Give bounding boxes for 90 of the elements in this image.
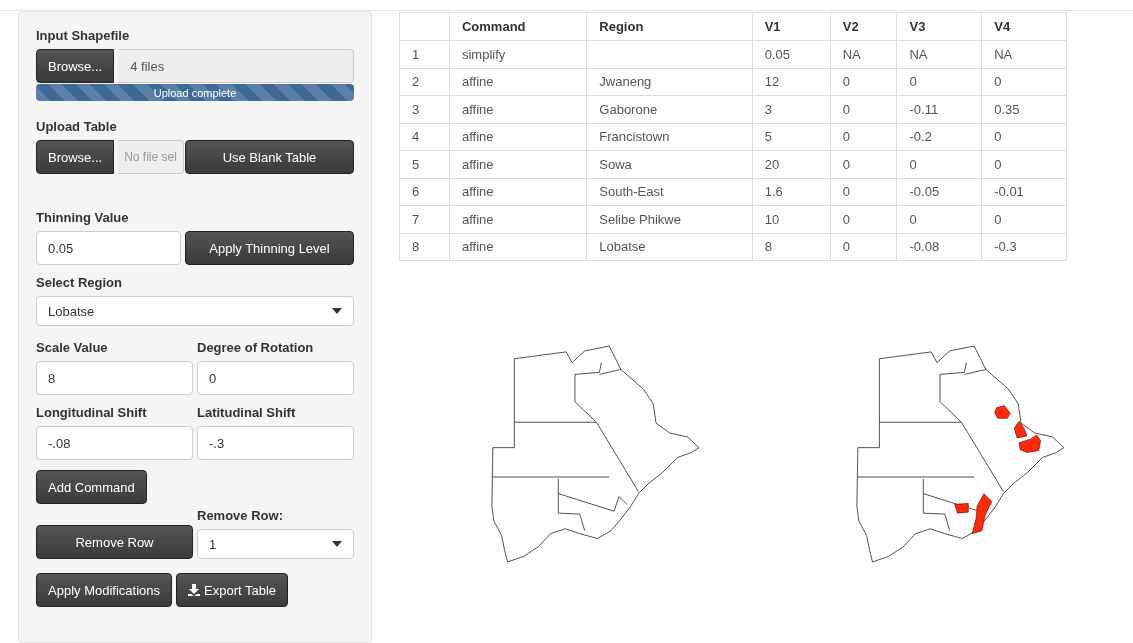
add-command-button[interactable]: Add Command [36, 470, 147, 504]
table-cell: 0.35 [981, 95, 1067, 123]
table-cell: 0 [830, 233, 897, 261]
thinning-field[interactable]: 0.05 [36, 231, 181, 265]
remove-row-button[interactable]: Remove Row [36, 525, 193, 559]
table-cell: 0.05 [752, 40, 831, 68]
table-cell: NA [897, 40, 982, 68]
browse-button[interactable]: Browse... [36, 140, 115, 174]
latitude-field[interactable]: -.3 [197, 426, 354, 460]
progress-fill: Upload complete [36, 84, 354, 101]
table-cell: 0 [830, 68, 897, 96]
table-cell: South-East [586, 178, 753, 206]
field-label: Select Region [36, 275, 123, 290]
table-cell: 0 [830, 123, 897, 151]
column-header: Region [586, 12, 753, 41]
export-table-button[interactable]: Export Table [176, 573, 289, 607]
column-header: V3 [897, 12, 982, 41]
scale-field[interactable]: 8 [36, 361, 193, 395]
table-cell: 12 [752, 68, 831, 96]
table-cell: affine [449, 205, 587, 233]
table-cell: 0 [897, 205, 982, 233]
longitude-field[interactable]: -.08 [36, 426, 193, 460]
caret-icon [332, 541, 342, 547]
column-header: V1 [752, 12, 831, 41]
table-cell: Selibe Phikwe [586, 205, 753, 233]
table-cell: Jwaneng [586, 68, 753, 96]
table-cell: affine [449, 95, 587, 123]
table-cell: affine [449, 178, 587, 206]
table-cell: NA [981, 40, 1067, 68]
table-cell: affine [449, 150, 587, 178]
table-cell: -0.01 [981, 178, 1067, 206]
field-label: Thinning Value [36, 210, 130, 225]
row-number: 5 [399, 150, 450, 178]
row-number: 8 [399, 233, 450, 261]
region-select[interactable]: Lobatse [36, 296, 354, 326]
row-number: 2 [399, 68, 450, 96]
table-cell: 20 [752, 150, 831, 178]
browse-button[interactable]: Browse... [36, 49, 115, 83]
table-cell: 0 [981, 68, 1067, 96]
field-label: Input Shapefile [36, 28, 131, 43]
table-cell: 0 [830, 205, 897, 233]
table-cell: NA [830, 40, 897, 68]
table-cell: -0.05 [897, 178, 982, 206]
table-cell: 0 [981, 123, 1067, 151]
table-cell: -0.11 [897, 95, 982, 123]
column-header: V4 [981, 12, 1067, 41]
file-name-field[interactable]: 4 files [118, 49, 354, 83]
table-cell: Francistown [586, 123, 753, 151]
table-cell: 5 [752, 123, 831, 151]
apply-thinning-button[interactable]: Apply Thinning Level [185, 231, 354, 265]
table-cell: 8 [752, 233, 831, 261]
row-number: 7 [399, 205, 450, 233]
blank-table-button[interactable]: Use Blank Table [185, 140, 354, 174]
table-cell: affine [449, 123, 587, 151]
table-cell: 1.6 [752, 178, 831, 206]
apply-modifications-button[interactable]: Apply Modifications [36, 573, 172, 607]
table-cell: -0.3 [981, 233, 1067, 261]
row-number: 3 [399, 95, 450, 123]
table-cell: Lobatse [586, 233, 753, 261]
row-number: 6 [399, 178, 450, 206]
table-cell: 0 [981, 205, 1067, 233]
row-number: 4 [399, 123, 450, 151]
table-cell: 3 [752, 95, 831, 123]
table-cell: 0 [897, 150, 982, 178]
caret-icon [332, 308, 342, 314]
field-label: Latitudinal Shift [197, 405, 297, 420]
download-icon [188, 584, 200, 596]
column-header: V2 [830, 12, 897, 41]
row-select[interactable]: 1 [197, 529, 354, 559]
table-cell: affine [449, 68, 587, 96]
field-label: Degree of Rotation [197, 340, 315, 355]
rotation-field[interactable]: 0 [197, 361, 354, 395]
row-number: 1 [399, 40, 450, 68]
table-cell: simplify [449, 40, 587, 68]
table-cell: 0 [830, 95, 897, 123]
table-cell: Sowa [586, 150, 753, 178]
table-cell: affine [449, 233, 587, 261]
table-cell: -0.08 [897, 233, 982, 261]
column-header: Command [449, 12, 587, 41]
table-cell: 0 [981, 150, 1067, 178]
table-cell: 0 [830, 150, 897, 178]
table-cell: Gaborone [586, 95, 753, 123]
table-cell: 10 [752, 205, 831, 233]
field-label: Scale Value [36, 340, 109, 355]
field-label: Upload Table [36, 119, 118, 134]
field-label: Remove Row: [197, 508, 284, 523]
table-cell: 0 [897, 68, 982, 96]
field-label: Longitudinal Shift [36, 405, 148, 420]
table-cell: -0.2 [897, 123, 982, 151]
table-cell: 0 [830, 178, 897, 206]
